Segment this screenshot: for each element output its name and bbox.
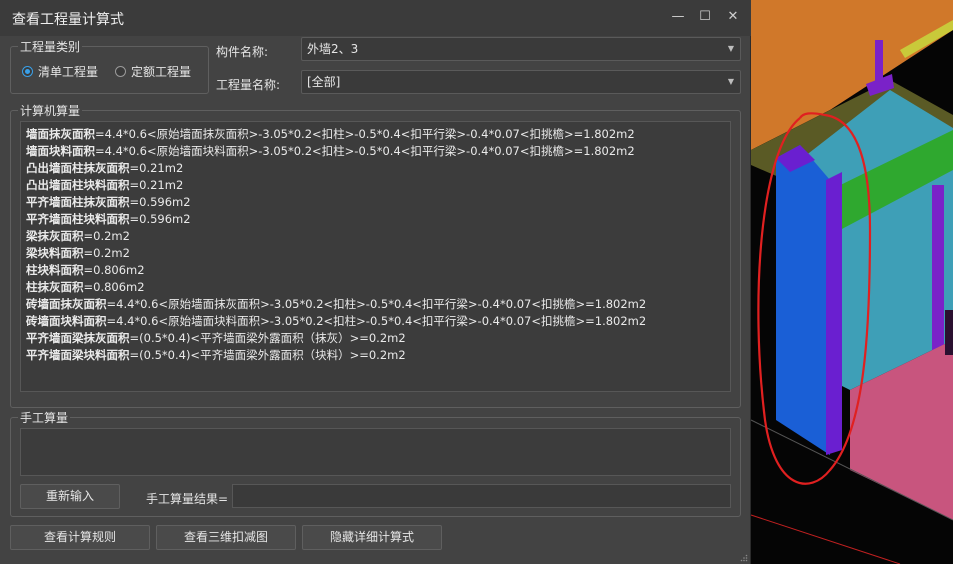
component-name-value: 外墙2、3	[307, 42, 359, 56]
formula-line-expression: =0.806m2	[83, 280, 145, 294]
purple-column-right	[932, 185, 944, 365]
radio-bill-quantity-label: 清单工程量	[38, 65, 99, 79]
formula-line-name: 梁块料面积	[26, 246, 84, 260]
radio-quota-quantity-label: 定额工程量	[131, 65, 192, 79]
formula-line-name: 墙面块料面积	[26, 144, 95, 158]
formula-line-expression: =(0.5*0.4)<平齐墙面梁外露面积（抹灰）>=0.2m2	[129, 331, 406, 345]
component-name-combo[interactable]: 外墙2、3 ▼	[301, 37, 741, 61]
computed-formula-text[interactable]: 墙面抹灰面积=4.4*0.6<原始墙面抹灰面积>-3.05*0.2<扣柱>-0.…	[20, 121, 731, 392]
dark-block	[945, 310, 953, 355]
formula-line-expression: =0.596m2	[129, 212, 191, 226]
formula-line-expression: =0.596m2	[129, 195, 191, 209]
minimize-button[interactable]: —	[667, 6, 689, 28]
purple-wall-edge	[826, 172, 842, 455]
formula-line-name: 凸出墙面柱抹灰面积	[26, 161, 130, 175]
hide-detail-button[interactable]: 隐藏详细计算式	[302, 525, 442, 550]
formula-line-expression: =4.4*0.6<原始墙面块料面积>-3.05*0.2<扣柱>-0.5*0.4<…	[106, 314, 647, 328]
manual-result-value	[233, 489, 238, 503]
formula-line-expression: =0.2m2	[83, 229, 130, 243]
formula-line: 柱抹灰面积=0.806m2	[26, 279, 646, 296]
manual-result-field[interactable]	[232, 484, 731, 508]
view-rules-button[interactable]: 查看计算规则	[10, 525, 150, 550]
blue-wall-face	[776, 145, 830, 455]
formula-line-expression: =0.21m2	[129, 161, 184, 175]
formula-line: 平齐墙面梁抹灰面积=(0.5*0.4)<平齐墙面梁外露面积（抹灰）>=0.2m2	[26, 330, 646, 347]
formula-line-expression: =0.2m2	[83, 246, 130, 260]
formula-line: 砖墙面抹灰面积=4.4*0.6<原始墙面抹灰面积>-3.05*0.2<扣柱>-0…	[26, 296, 646, 313]
quantity-name-label: 工程量名称:	[216, 78, 281, 92]
chevron-down-icon: ▼	[727, 44, 734, 53]
maximize-button[interactable]: ☐	[694, 6, 716, 28]
formula-line-name: 平齐墙面梁块料面积	[26, 348, 130, 362]
title-bar[interactable]: 查看工程量计算式 — ☐ ✕	[0, 0, 751, 36]
formula-line: 平齐墙面柱抹灰面积=0.596m2	[26, 194, 646, 211]
formula-line: 墙面块料面积=4.4*0.6<原始墙面块料面积>-3.05*0.2<扣柱>-0.…	[26, 143, 646, 160]
close-button[interactable]: ✕	[722, 6, 744, 28]
formula-line-name: 砖墙面抹灰面积	[26, 297, 107, 311]
quantity-type-group-label: 工程量类别	[18, 38, 83, 55]
manual-result-label: 手工算量结果=	[146, 492, 229, 506]
reenter-button[interactable]: 重新输入	[20, 484, 120, 509]
view-3d-deduction-button[interactable]: 查看三维扣减图	[156, 525, 296, 550]
formula-line-expression: =4.4*0.6<原始墙面块料面积>-3.05*0.2<扣柱>-0.5*0.4<…	[95, 144, 635, 158]
manual-formula-input[interactable]	[20, 428, 731, 476]
formula-line-name: 墙面抹灰面积	[26, 127, 95, 141]
formula-line-name: 平齐墙面柱抹灰面积	[26, 195, 130, 209]
formula-line-name: 梁抹灰面积	[26, 229, 84, 243]
formula-line: 墙面抹灰面积=4.4*0.6<原始墙面抹灰面积>-3.05*0.2<扣柱>-0.…	[26, 126, 646, 143]
radio-quota-quantity[interactable]: 定额工程量	[115, 63, 191, 80]
manual-quantity-group-label: 手工算量	[18, 409, 71, 426]
window-title: 查看工程量计算式	[12, 12, 124, 28]
resize-grip-icon[interactable]	[740, 554, 748, 562]
formula-line-expression: =0.806m2	[83, 263, 145, 277]
formula-line: 凸出墙面柱抹灰面积=0.21m2	[26, 160, 646, 177]
radio-checked-icon	[22, 66, 33, 77]
formula-line-name: 柱块料面积	[26, 263, 84, 277]
radio-bill-quantity[interactable]: 清单工程量	[22, 63, 98, 80]
formula-line: 柱块料面积=0.806m2	[26, 262, 646, 279]
formula-line-expression: =(0.5*0.4)<平齐墙面梁外露面积（块料）>=0.2m2	[129, 348, 406, 362]
chevron-down-icon: ▼	[727, 77, 734, 86]
formula-line-expression: =4.4*0.6<原始墙面抹灰面积>-3.05*0.2<扣柱>-0.5*0.4<…	[106, 297, 647, 311]
formula-line: 砖墙面块料面积=4.4*0.6<原始墙面块料面积>-3.05*0.2<扣柱>-0…	[26, 313, 646, 330]
quantity-name-combo[interactable]: [全部] ▼	[301, 70, 741, 94]
component-name-label: 构件名称:	[216, 45, 269, 59]
formula-line-expression: =4.4*0.6<原始墙面抹灰面积>-3.05*0.2<扣柱>-0.5*0.4<…	[95, 127, 635, 141]
formula-line-expression: =0.21m2	[129, 178, 184, 192]
formula-line: 平齐墙面梁块料面积=(0.5*0.4)<平齐墙面梁外露面积（块料）>=0.2m2	[26, 347, 646, 364]
quantity-name-value: [全部]	[307, 75, 341, 89]
formula-line-name: 凸出墙面柱块料面积	[26, 178, 130, 192]
formula-line-name: 平齐墙面柱块料面积	[26, 212, 130, 226]
quantity-formula-dialog: 查看工程量计算式 — ☐ ✕ 工程量类别 清单工程量 定额工程量 构件名称: 外…	[0, 0, 751, 564]
formula-line-name: 砖墙面块料面积	[26, 314, 107, 328]
radio-unchecked-icon	[115, 66, 126, 77]
formula-line-name: 柱抹灰面积	[26, 280, 84, 294]
formula-line: 梁块料面积=0.2m2	[26, 245, 646, 262]
formula-line: 梁抹灰面积=0.2m2	[26, 228, 646, 245]
formula-line: 平齐墙面柱块料面积=0.596m2	[26, 211, 646, 228]
computed-formula-lines: 墙面抹灰面积=4.4*0.6<原始墙面抹灰面积>-3.05*0.2<扣柱>-0.…	[26, 126, 646, 364]
computed-quantity-group-label: 计算机算量	[18, 102, 83, 119]
formula-line-name: 平齐墙面梁抹灰面积	[26, 331, 130, 345]
formula-line: 凸出墙面柱块料面积=0.21m2	[26, 177, 646, 194]
